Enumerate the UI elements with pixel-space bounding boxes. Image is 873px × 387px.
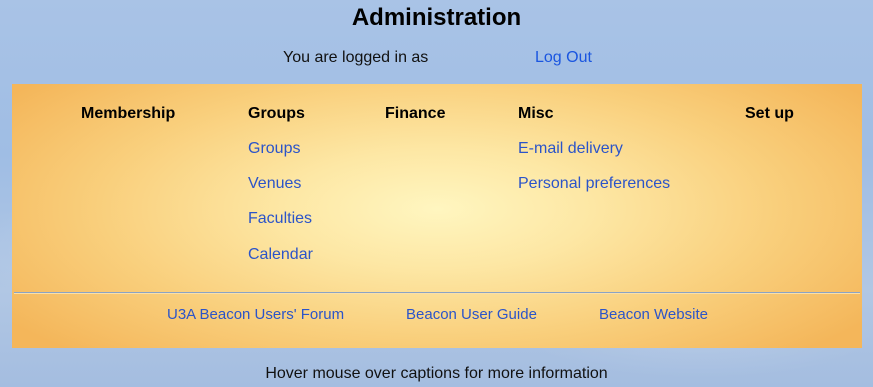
menu-heading-misc[interactable]: Misc [518, 105, 554, 123]
menu-heading-set-up[interactable]: Set up [745, 105, 794, 123]
menu-heading-membership[interactable]: Membership [81, 105, 175, 123]
menu-divider [14, 292, 860, 294]
login-status-text: You are logged in as [283, 49, 429, 66]
footer-link-user-guide[interactable]: Beacon User Guide [406, 306, 537, 324]
footer-link-users-forum[interactable]: U3A Beacon Users' Forum [167, 306, 344, 324]
menu-link-groups[interactable]: Groups [248, 140, 300, 158]
logout-link[interactable]: Log Out [535, 49, 592, 67]
admin-menu-panel: Membership Groups Groups Venues Facultie… [12, 84, 862, 348]
menu-link-venues[interactable]: Venues [248, 175, 301, 193]
menu-heading-groups[interactable]: Groups [248, 105, 305, 123]
menu-link-personal-preferences[interactable]: Personal preferences [518, 175, 670, 193]
menu-heading-finance[interactable]: Finance [385, 105, 445, 123]
menu-link-calendar[interactable]: Calendar [248, 246, 313, 264]
page-title: Administration [351, 4, 522, 31]
hover-hint-text: Hover mouse over captions for more infor… [265, 365, 608, 382]
menu-link-faculties[interactable]: Faculties [248, 210, 312, 228]
menu-link-email-delivery[interactable]: E-mail delivery [518, 140, 623, 158]
footer-link-beacon-website[interactable]: Beacon Website [599, 306, 708, 324]
